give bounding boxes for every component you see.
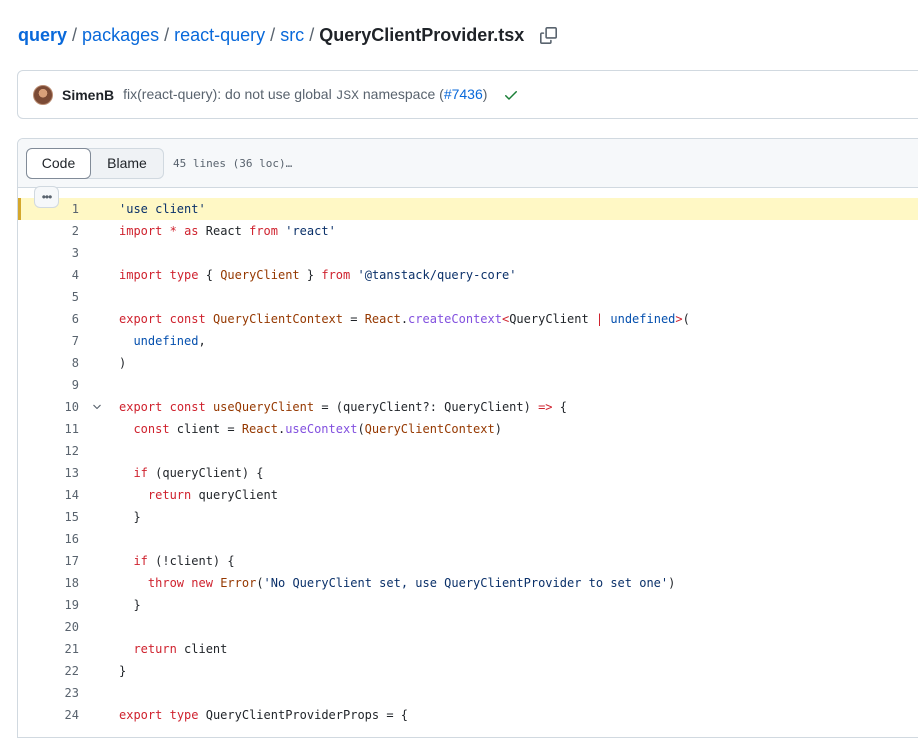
code-line: 21 return client: [18, 638, 918, 660]
code-line: 7 undefined,: [18, 330, 918, 352]
code-text: }: [119, 598, 141, 612]
commit-author-link[interactable]: SimenB: [62, 87, 114, 103]
line-number[interactable]: 16: [18, 532, 79, 546]
kebab-horizontal-icon: •••: [41, 190, 53, 204]
code-line: 10 export const useQueryClient = (queryCl…: [18, 396, 918, 418]
line-number[interactable]: 24: [18, 708, 79, 722]
code-text: ): [119, 356, 127, 370]
breadcrumb-react-query-link[interactable]: react-query: [174, 25, 265, 46]
breadcrumb-current-file: QueryClientProvider.tsx: [319, 24, 525, 45]
check-icon: [505, 90, 518, 100]
commit-message-prefix: fix(react-query): do not use global: [123, 86, 336, 102]
line-number[interactable]: 19: [18, 598, 79, 612]
copy-icon: [539, 26, 557, 44]
code-text: if (!client) {: [133, 554, 235, 568]
code-text: return queryClient: [147, 488, 278, 502]
code-area[interactable]: ••• 1'use client' 2 import * as React from…: [18, 186, 918, 726]
code-line: 4 import type { QueryClient } from '@tans…: [18, 264, 918, 286]
code-text: undefined,: [133, 334, 206, 348]
tab-blame[interactable]: Blame: [91, 149, 163, 178]
chevron-down-icon: [93, 404, 101, 410]
code-text: export const useQueryClient = (queryClie…: [119, 400, 567, 414]
file-lines-info: 45 lines (36 loc)…: [173, 156, 293, 170]
code-line: 13 if (queryClient) {: [18, 462, 918, 484]
code-line: 20: [18, 616, 918, 638]
code-text: throw new Error('No QueryClient set, use…: [147, 576, 676, 590]
line-number[interactable]: 21: [18, 642, 79, 656]
line-number[interactable]: 22: [18, 664, 79, 678]
code-line: 24 export type QueryClientProviderProps =…: [18, 704, 918, 726]
code-line: 2 import * as React from 'react': [18, 220, 918, 242]
code-text: import * as React from 'react': [119, 224, 336, 238]
fold-toggle[interactable]: [79, 401, 119, 413]
commit-message[interactable]: fix(react-query): do not use global JSX …: [123, 86, 487, 103]
breadcrumb: query / packages / react-query / src / Q…: [18, 22, 559, 48]
code-line: 23: [18, 682, 918, 704]
breadcrumb-src-link[interactable]: src: [280, 25, 304, 46]
breadcrumb-separator: /: [164, 24, 170, 45]
code-line: 9: [18, 374, 918, 396]
breadcrumb-separator: /: [309, 24, 315, 45]
code-line: 17 if (!client) {: [18, 550, 918, 572]
latest-commit-bar: SimenB fix(react-query): do not use glob…: [17, 70, 918, 119]
line-number[interactable]: 14: [18, 488, 79, 502]
line-number[interactable]: 2: [18, 224, 79, 238]
line-number[interactable]: 12: [18, 444, 79, 458]
line-number[interactable]: 18: [18, 576, 79, 590]
file-viewer: Code Blame 45 lines (36 loc)… ••• 1'use …: [17, 138, 918, 738]
code-line: 14 return queryClient: [18, 484, 918, 506]
line-number[interactable]: 4: [18, 268, 79, 282]
file-header: Code Blame 45 lines (36 loc)…: [18, 139, 918, 188]
code-line: 16: [18, 528, 918, 550]
line-number[interactable]: 20: [18, 620, 79, 634]
code-text: import type { QueryClient } from '@tanst…: [119, 268, 517, 282]
copy-path-button[interactable]: [537, 24, 559, 46]
commit-status-check[interactable]: [503, 87, 519, 103]
line-number[interactable]: 9: [18, 378, 79, 392]
commit-message-code: JSX: [335, 88, 359, 103]
line-number[interactable]: 3: [18, 246, 79, 260]
line-number[interactable]: 5: [18, 290, 79, 304]
code-line: 19 }: [18, 594, 918, 616]
pull-request-link[interactable]: #7436: [444, 86, 483, 102]
code-text: if (queryClient) {: [133, 466, 264, 480]
code-text: export const QueryClientContext = React.…: [119, 312, 690, 326]
breadcrumb-separator: /: [270, 24, 276, 45]
line-number[interactable]: 17: [18, 554, 79, 568]
code-text: export type QueryClientProviderProps = {: [119, 708, 409, 722]
breadcrumb-separator: /: [72, 24, 78, 45]
commit-message-suffix: namespace (: [358, 86, 444, 102]
code-line: 15 }: [18, 506, 918, 528]
view-mode-toggle: Code Blame: [26, 147, 164, 179]
code-text: 'use client': [119, 202, 206, 216]
line-number[interactable]: 13: [18, 466, 79, 480]
code-line: 22}: [18, 660, 918, 682]
line-number[interactable]: 15: [18, 510, 79, 524]
code-text: const client = React.useContext(QueryCli…: [133, 422, 502, 436]
code-line: 6 export const QueryClientContext = React…: [18, 308, 918, 330]
line-number[interactable]: 7: [18, 334, 79, 348]
code-line: 1'use client': [18, 198, 918, 220]
line-number[interactable]: 23: [18, 686, 79, 700]
line-number[interactable]: 10: [18, 400, 79, 414]
code-text: }: [119, 510, 141, 524]
code-line: 12: [18, 440, 918, 462]
line-options-button[interactable]: •••: [34, 186, 59, 208]
code-line: 3: [18, 242, 918, 264]
line-number[interactable]: 11: [18, 422, 79, 436]
breadcrumb-packages-link[interactable]: packages: [82, 25, 159, 46]
commit-message-end: ): [482, 86, 488, 102]
line-number[interactable]: 6: [18, 312, 79, 326]
code-text: }: [119, 664, 127, 678]
code-line: 5: [18, 286, 918, 308]
code-text: return client: [133, 642, 228, 656]
breadcrumb-repo-link[interactable]: query: [18, 25, 67, 46]
tab-code[interactable]: Code: [26, 147, 91, 179]
code-line: 8): [18, 352, 918, 374]
code-line: 11 const client = React.useContext(Query…: [18, 418, 918, 440]
avatar[interactable]: [33, 84, 53, 105]
line-number[interactable]: 8: [18, 356, 79, 370]
code-line: 18 throw new Error('No QueryClient set, …: [18, 572, 918, 594]
